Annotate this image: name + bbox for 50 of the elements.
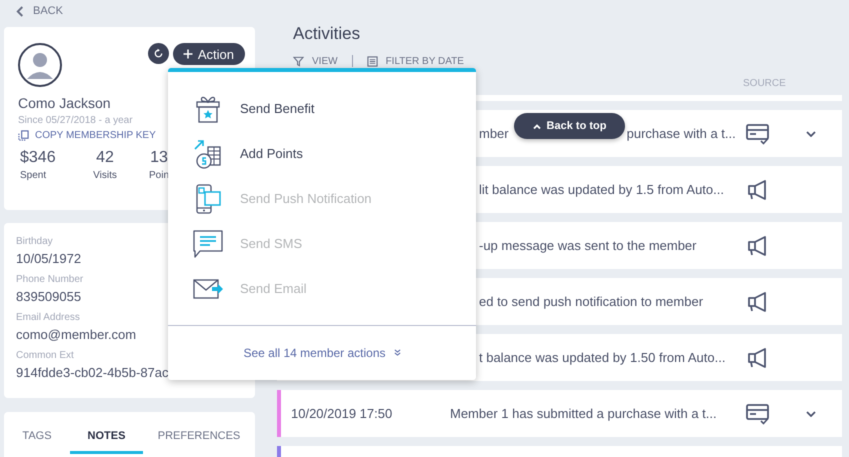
stat-label: Spent [20, 170, 46, 181]
avatar-icon [18, 43, 62, 87]
activity-text: t balance was updated by 1.50 from Auto... [479, 350, 726, 365]
refresh-button[interactable] [148, 43, 169, 64]
field-value: 10/05/1972 [16, 251, 82, 268]
chevron-down-icon[interactable] [806, 130, 816, 136]
field-label: Birthday [16, 236, 54, 249]
activity-text: ed to send push notification to member [479, 294, 704, 309]
stat-value: $346 [20, 149, 56, 167]
page-title: Activities [292, 24, 362, 45]
filter-date-button[interactable]: FILTER BY DATE [366, 56, 464, 66]
chevron-left-icon [16, 6, 25, 16]
activity-text: -up message was sent to the member [479, 238, 696, 253]
list-icon [366, 56, 378, 66]
activity-date: 10/20/2019 17:50 [291, 406, 392, 421]
activity-text: purchase with a t... [626, 126, 736, 141]
field-label: Email Address [16, 312, 81, 325]
stat-label: Visits [93, 170, 117, 181]
member-name: Como Jackson [18, 95, 111, 113]
activity-text: Member 1 has submitted a purchase with a t... [450, 406, 717, 421]
chevron-down-icon[interactable] [806, 410, 816, 416]
view-button[interactable]: VIEW [293, 56, 338, 66]
filter-icon [293, 56, 304, 66]
tab[interactable]: TAGS [4, 428, 70, 454]
column-header: SOURCE [743, 78, 786, 89]
back-to-top-button[interactable]: Back to top [514, 113, 625, 139]
tab[interactable]: NOTES [70, 428, 143, 454]
activity-text: lit balance was updated by 1.5 from Auto... [479, 182, 724, 197]
activity-row[interactable]: 10/20/2019 17:50 Member 1 has submitted a purchase with a t... [277, 390, 842, 437]
double-chevron-icon [394, 349, 401, 356]
credit-card-icon [746, 122, 772, 144]
action-button[interactable]: Action [172, 43, 245, 65]
refresh-icon [152, 48, 164, 59]
back-link[interactable]: BACK [4, 0, 66, 22]
activity-text: mber [479, 126, 509, 141]
plus-icon [182, 49, 193, 59]
field-value: como@member.com [16, 327, 138, 344]
field-value: 914fdde3-cb02-4b5b-87ac [16, 365, 170, 382]
caret-up-icon [532, 124, 541, 128]
field-label: Common Ext [16, 350, 75, 363]
copy-icon [18, 130, 29, 141]
stat-value: 13 [150, 149, 168, 167]
field-value: 839509055 [16, 289, 82, 306]
field-label: Phone Number [16, 274, 84, 287]
credit-card-icon [746, 402, 772, 424]
stat-value: 42 [96, 149, 114, 167]
tab[interactable]: PREFERENCES [143, 428, 255, 454]
member-since: Since 05/27/2018 - a year [18, 115, 133, 126]
chat-icon [192, 228, 224, 260]
copy-key-link[interactable]: COPY MEMBERSHIP KEY [18, 130, 158, 141]
